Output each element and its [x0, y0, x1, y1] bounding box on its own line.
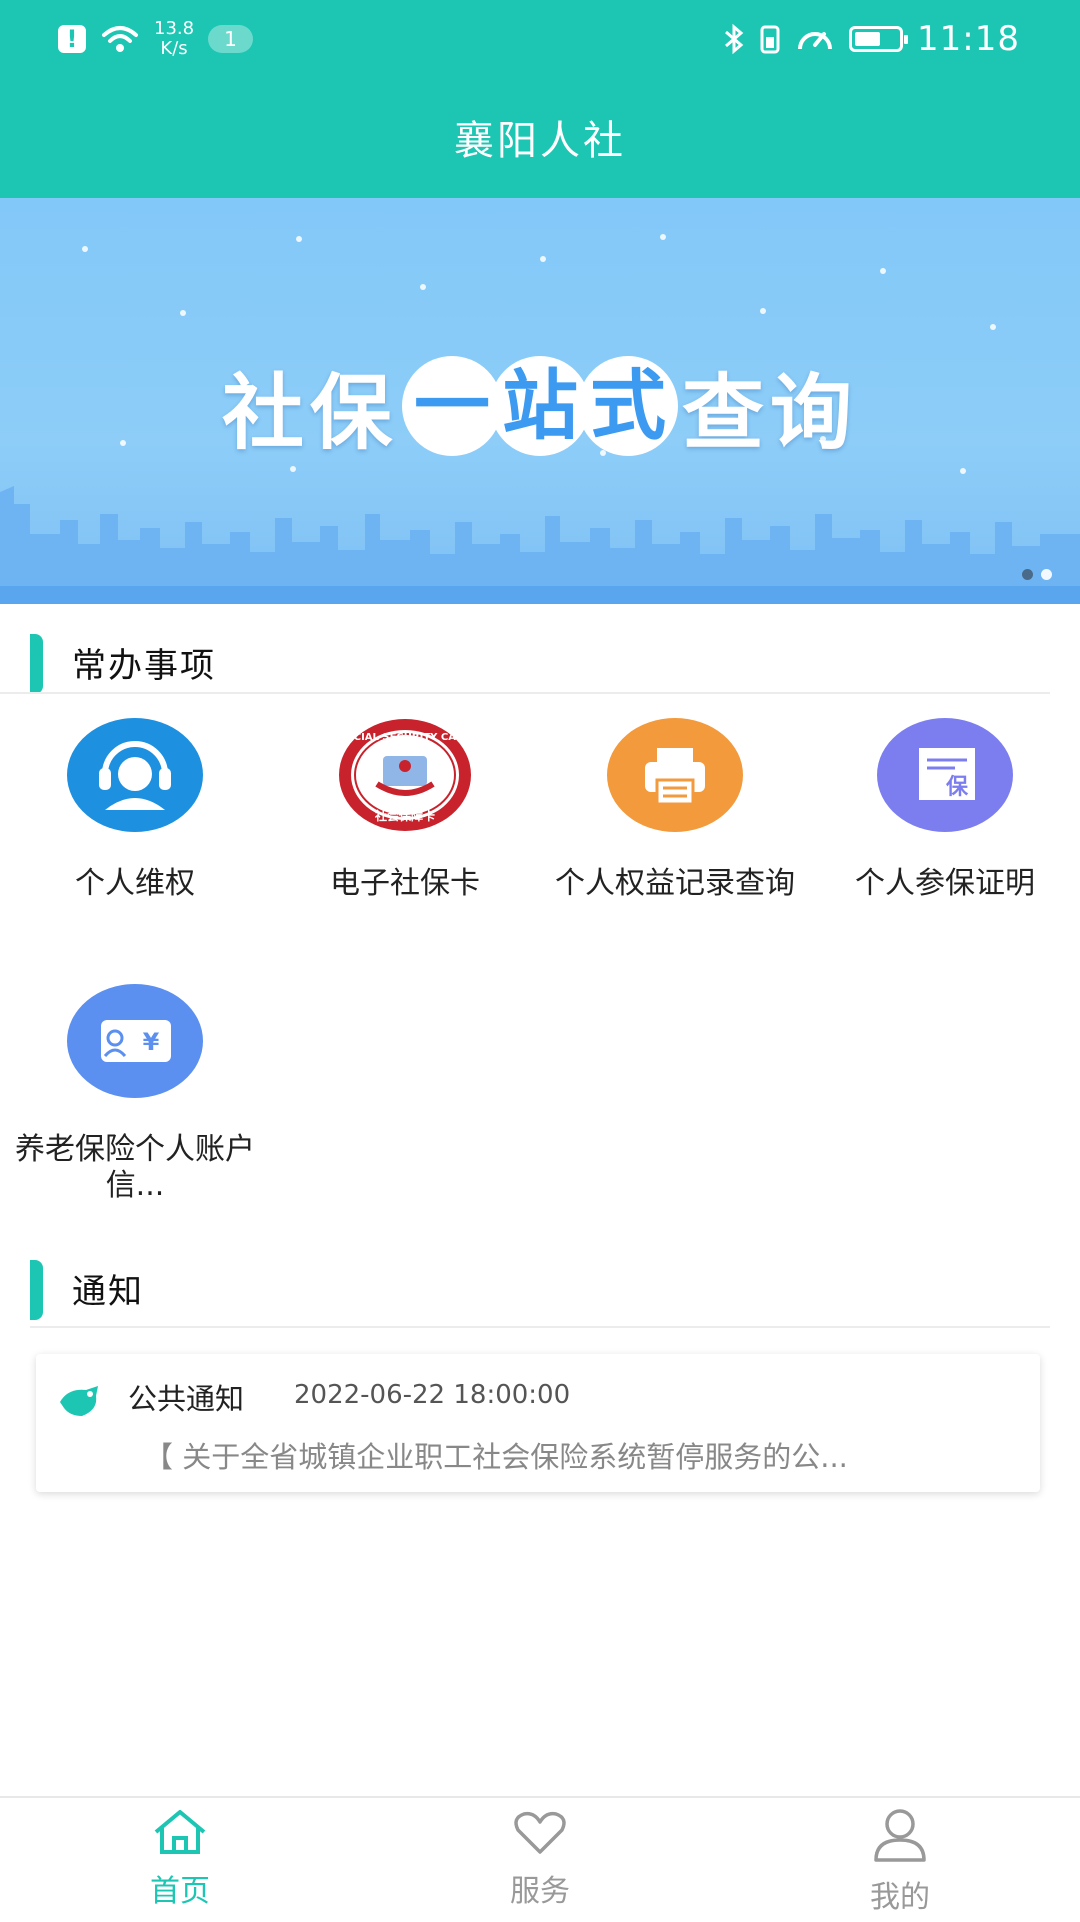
section-title: 常办事项	[72, 646, 216, 686]
notice-date: 2022-06-22 18:00:00	[294, 1380, 571, 1410]
user-icon	[874, 1809, 926, 1862]
banner-bubble: 站	[490, 355, 590, 456]
megaphone-icon	[60, 1386, 98, 1416]
service-rights-record-query[interactable]: 个人权益记录查询	[540, 718, 810, 902]
section-accent-bar	[30, 1260, 43, 1320]
service-e-social-card[interactable]: SOCIAL SECURITY CARD 社会保障卡 电子社保卡	[270, 718, 540, 902]
svg-text:¥: ¥	[143, 1028, 160, 1056]
city-skyline-illustration	[0, 486, 1080, 604]
battery-icon	[849, 26, 909, 52]
insurance-certificate-icon: 保	[877, 718, 1013, 832]
carousel-dot[interactable]	[1022, 569, 1033, 580]
svg-text:保: 保	[945, 775, 969, 800]
status-bar: ! 13.8 K/s 1 11:18	[0, 0, 1080, 78]
section-accent-bar	[30, 634, 43, 694]
nav-label: 服务	[510, 1874, 570, 1909]
nav-services[interactable]: 服务	[440, 1806, 640, 1910]
section-header-common: 常办事项	[0, 628, 1080, 698]
headset-user-icon	[67, 718, 203, 832]
network-speed: 13.8 K/s	[154, 18, 195, 59]
section-title: 通知	[72, 1272, 144, 1312]
svg-text:社会保障卡: 社会保障卡	[374, 808, 435, 823]
banner-bubble: 式	[578, 355, 678, 456]
page-title: 襄阳人社	[454, 118, 626, 164]
section-header-notice: 通知	[0, 1254, 1080, 1324]
printer-icon	[607, 718, 743, 832]
alert-icon: !	[58, 25, 86, 53]
carousel-indicator	[1022, 569, 1052, 580]
service-label: 个人权益记录查询	[555, 866, 795, 901]
clock: 11:18	[917, 19, 1020, 59]
nav-label: 我的	[870, 1880, 930, 1915]
banner-headline: 社保 一 站 式 查询	[0, 346, 1080, 465]
divider	[0, 692, 1050, 694]
wifi-icon	[102, 26, 138, 52]
notice-text: 【 关于全省城镇企业职工社会保险系统暂停服务的公...	[144, 1440, 848, 1474]
svg-text:SOCIAL SECURITY CARD: SOCIAL SECURITY CARD	[338, 732, 472, 743]
nav-label: 首页	[150, 1874, 210, 1909]
divider	[30, 1326, 1050, 1328]
service-pension-account[interactable]: ¥ 养老保险个人账户信...	[0, 984, 270, 1204]
banner-carousel[interactable]: 社保 一 站 式 查询	[0, 198, 1080, 604]
service-label: 电子社保卡	[330, 866, 480, 901]
bottom-nav: 首页 服务 我的	[0, 1796, 1080, 1922]
phone-battery-icon	[760, 25, 780, 54]
bluetooth-icon	[725, 23, 744, 55]
notification-count-badge: 1	[208, 25, 253, 53]
service-label: 个人维权	[75, 866, 195, 901]
pension-account-icon: ¥	[67, 984, 203, 1098]
heart-icon	[514, 1811, 566, 1854]
app-header: ! 13.8 K/s 1 11:18 襄阳人社	[0, 0, 1080, 198]
nav-home[interactable]: 首页	[80, 1806, 280, 1910]
notice-type: 公共通知	[128, 1382, 245, 1416]
service-personal-rights[interactable]: 个人维权	[0, 718, 270, 902]
service-label: 个人参保证明	[855, 866, 1035, 901]
service-insurance-certificate[interactable]: 保 个人参保证明	[810, 718, 1080, 902]
carousel-dot[interactable]	[1041, 569, 1052, 580]
notice-card[interactable]: 公共通知 2022-06-22 18:00:00 【 关于全省城镇企业职工社会保…	[36, 1354, 1040, 1492]
nav-mine[interactable]: 我的	[800, 1806, 1000, 1916]
speedometer-icon	[798, 32, 833, 50]
banner-bubble: 一	[402, 355, 502, 456]
service-label: 养老保险个人账户信...	[15, 1132, 255, 1203]
social-security-card-icon: SOCIAL SECURITY CARD 社会保障卡	[337, 718, 473, 832]
home-icon	[154, 1810, 206, 1854]
